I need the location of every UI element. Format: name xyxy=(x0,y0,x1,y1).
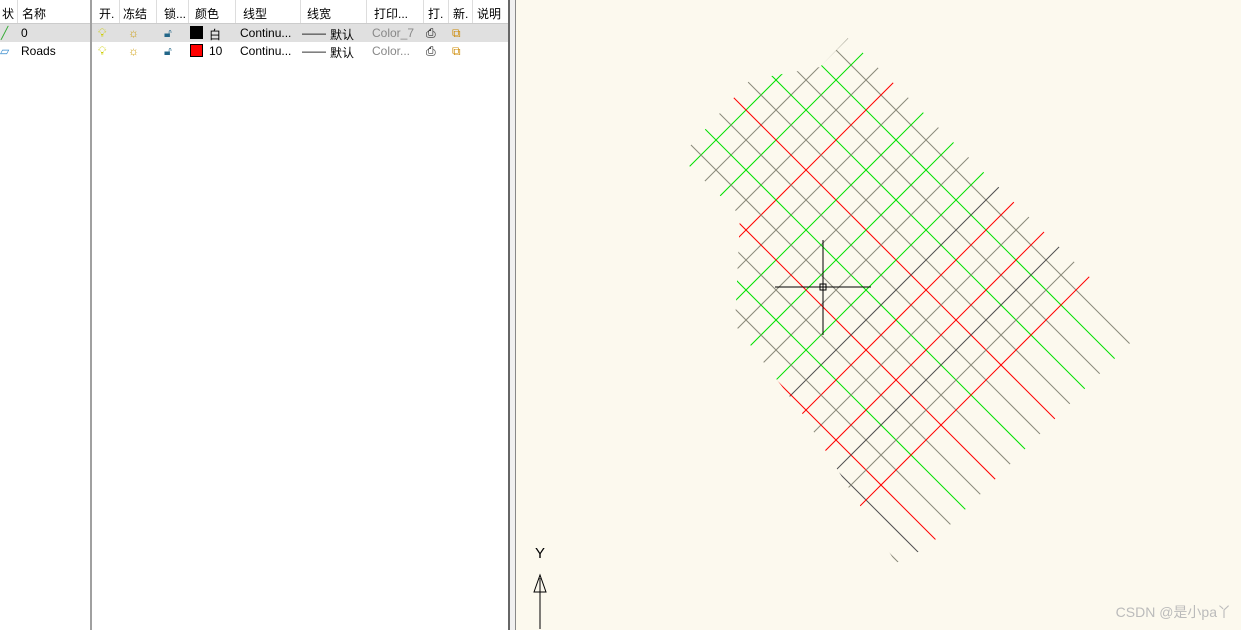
panel-splitter[interactable] xyxy=(508,0,516,630)
road-line xyxy=(680,38,1089,447)
col-plot[interactable]: 打. xyxy=(428,5,443,22)
unlock-icon[interactable]: 🔓︎ xyxy=(164,26,172,41)
road-line xyxy=(680,38,1059,417)
status-column-header[interactable]: 状 xyxy=(2,5,14,22)
linetype[interactable]: Continu... xyxy=(240,44,291,58)
layer-name: 0 xyxy=(21,26,28,40)
lightbulb-icon[interactable]: 💡︎ xyxy=(98,44,106,59)
color-swatch[interactable] xyxy=(190,44,203,58)
pencil-icon: ╱ xyxy=(1,26,9,40)
table-header: 开. 冻结 锁... 颜色 线型 线宽 打印... 打. 新. 说明 xyxy=(92,0,508,24)
tree-row-0[interactable]: ╱ 0 xyxy=(0,24,90,42)
road-network-drawing: Y xyxy=(533,38,1143,629)
col-linetype[interactable]: 线型 xyxy=(243,5,267,22)
col-newvp[interactable]: 新. xyxy=(453,5,468,22)
col-lineweight[interactable]: 线宽 xyxy=(307,5,331,22)
road-line xyxy=(680,43,1143,508)
road-line xyxy=(802,222,1143,563)
road-line xyxy=(680,38,1029,387)
road-line xyxy=(680,73,1143,538)
plotstyle[interactable]: Color_7 xyxy=(372,26,414,40)
sun-icon[interactable]: ☼ xyxy=(128,26,139,40)
layer-name: Roads xyxy=(21,44,56,58)
color-name: 白 xyxy=(209,28,222,42)
road-line xyxy=(742,162,1143,563)
road-line xyxy=(680,38,1119,477)
road-line xyxy=(680,38,909,267)
layer-tree-panel: 状 名称 ╱ 0 ▱ Roads xyxy=(0,0,92,630)
road-line xyxy=(680,38,969,327)
road-line xyxy=(733,38,1143,448)
road-line xyxy=(682,102,1143,563)
road-line xyxy=(680,163,1080,563)
road-line xyxy=(793,38,1143,388)
road-line xyxy=(680,343,900,563)
color-name: 10 xyxy=(209,44,223,58)
road-line xyxy=(680,38,879,237)
layer-row[interactable]: 💡︎ ☼ 🔓︎ 白 Continu... —— 默认 Color_7 ⎙ ⧉ xyxy=(92,24,508,42)
sun-icon[interactable]: ☼ xyxy=(128,44,139,58)
road-line xyxy=(680,103,1140,563)
line-sample: —— xyxy=(302,26,326,40)
printer-icon[interactable]: ⎙ xyxy=(426,44,436,59)
col-on[interactable]: 开. xyxy=(99,5,114,22)
crosshair-cursor xyxy=(775,240,871,335)
layer-table: 开. 冻结 锁... 颜色 线型 线宽 打印... 打. 新. 说明 💡︎ ☼ … xyxy=(92,0,508,630)
road-line xyxy=(680,283,960,563)
ucs-icon xyxy=(533,573,547,629)
lineweight[interactable]: 默认 xyxy=(330,26,354,43)
new-vp-freeze-icon[interactable]: ⧉ xyxy=(452,26,461,41)
filter-icon: ▱ xyxy=(0,44,10,58)
col-desc[interactable]: 说明 xyxy=(477,5,501,22)
road-line xyxy=(680,193,1050,563)
tree-header: 状 名称 xyxy=(0,0,90,24)
road-line xyxy=(680,253,990,563)
road-line xyxy=(680,38,849,207)
road-line xyxy=(853,38,1143,328)
col-freeze[interactable]: 冻结 xyxy=(123,5,147,22)
layer-row[interactable]: 💡︎ ☼ 🔓︎ 10 Continu... —— 默认 Color... ⎙ ⧉ xyxy=(92,42,508,60)
road-line xyxy=(703,38,1143,478)
plotstyle[interactable]: Color... xyxy=(372,44,410,58)
new-vp-freeze-icon[interactable]: ⧉ xyxy=(452,44,461,59)
road-line xyxy=(680,373,870,563)
road-line xyxy=(680,38,999,357)
line-sample: —— xyxy=(302,44,326,58)
drawing-canvas[interactable]: Y CSDN @是小pa丫 xyxy=(516,0,1241,630)
road-line xyxy=(772,192,1143,563)
road-line xyxy=(680,42,1143,507)
tree-row-roads[interactable]: ▱ Roads xyxy=(0,42,90,60)
road-line xyxy=(763,38,1143,418)
road-line xyxy=(680,72,1143,537)
linetype[interactable]: Continu... xyxy=(240,26,291,40)
lightbulb-icon[interactable]: 💡︎ xyxy=(98,26,106,41)
col-lock[interactable]: 锁... xyxy=(164,5,186,22)
road-line xyxy=(680,223,1020,563)
unlock-icon[interactable]: 🔓︎ xyxy=(164,44,172,59)
col-color[interactable]: 颜色 xyxy=(195,5,219,22)
printer-icon[interactable]: ⎙ xyxy=(426,26,436,41)
name-column-header[interactable]: 名称 xyxy=(22,5,46,22)
watermark: CSDN @是小pa丫 xyxy=(1115,604,1231,620)
road-line xyxy=(823,38,1143,358)
lineweight[interactable]: 默认 xyxy=(330,44,354,61)
ucs-y-label: Y xyxy=(535,545,545,562)
col-plotstyle[interactable]: 打印... xyxy=(374,5,408,22)
color-swatch[interactable] xyxy=(190,26,203,40)
